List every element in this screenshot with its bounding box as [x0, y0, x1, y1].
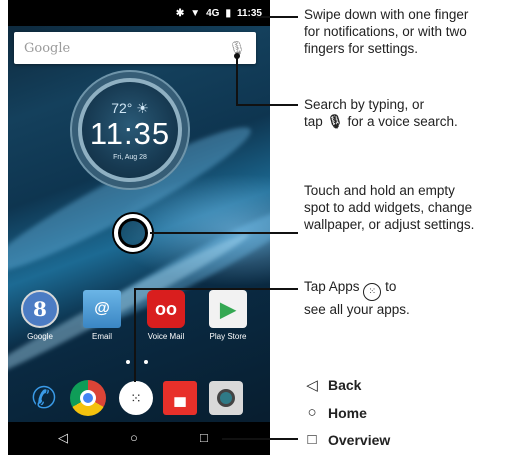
callout-line [236, 56, 238, 106]
app-google[interactable]: 8 Google [10, 290, 70, 341]
phone-icon: ✆ [31, 381, 57, 415]
touch-hold-indicator [114, 214, 152, 252]
app-label: Play Store [209, 332, 247, 341]
email-icon: @ [83, 290, 121, 328]
dock-messaging[interactable]: ▄ [160, 378, 200, 418]
callout-notifications: Swipe down with one finger for notificat… [304, 7, 469, 56]
home-button[interactable]: ○ [130, 430, 138, 445]
overview-button[interactable]: □ [200, 430, 208, 445]
callout-touch-hold: Touch and hold an empty spot to add widg… [304, 183, 475, 232]
temperature: 72° [111, 100, 133, 116]
wifi-icon: ▼ [190, 7, 201, 19]
dock-phone[interactable]: ✆ [24, 378, 64, 418]
legend-home: ○ Home [304, 404, 366, 421]
clock-widget[interactable]: 72° ☀ 11:35 Fri, Aug 28 [78, 78, 182, 182]
bluetooth-icon: ✱ [175, 7, 185, 19]
battery-icon: ▮ [225, 7, 231, 19]
home-icon: ○ [307, 404, 317, 421]
clock-time: 11:35 [89, 116, 171, 151]
page-indicator-dot [144, 360, 148, 364]
chrome-icon [70, 380, 106, 416]
app-voicemail[interactable]: oo Voice Mail [136, 290, 196, 341]
play-store-icon: ▶ [209, 290, 247, 328]
app-email[interactable]: @ Email [72, 290, 132, 341]
mic-icon: 🎙 [326, 114, 344, 129]
google-icon: 8 [21, 290, 59, 328]
signal-4g-icon: 4G [206, 7, 220, 19]
sun-icon: ☀ [136, 100, 149, 116]
phone-screen: ✱ ▼ 4G ▮ 11:35 Google 🎙 72° ☀ 11:35 Fri,… [8, 0, 270, 455]
app-label: Voice Mail [147, 332, 185, 341]
back-icon: ◁ [306, 377, 318, 394]
app-label: Email [91, 332, 112, 341]
dock-chrome[interactable] [68, 378, 108, 418]
voicemail-icon: oo [147, 290, 185, 328]
search-placeholder: Google [24, 40, 71, 56]
callout-line [256, 16, 298, 18]
app-label: Google [27, 332, 53, 341]
callout-line [236, 104, 298, 106]
apps-icon: ⁙ [119, 381, 153, 415]
callout-line [134, 288, 298, 290]
clock-date: Fri, Aug 28 [113, 154, 147, 161]
google-search-bar[interactable]: Google 🎙 [14, 32, 256, 64]
callout-apps: Tap Apps ⁙ to see all your apps. [304, 279, 410, 317]
callout-search: Search by typing, or tap 🎙 for a voice s… [304, 97, 458, 129]
legend-back: ◁ Back [304, 376, 361, 394]
status-bar[interactable]: ✱ ▼ 4G ▮ 11:35 [8, 0, 270, 26]
dock-apps-button[interactable]: ⁙ [116, 378, 156, 418]
app-play-store[interactable]: ▶ Play Store [198, 290, 258, 341]
legend-overview: □ Overview [304, 431, 390, 448]
back-button[interactable]: ◁ [58, 430, 68, 446]
callout-line [134, 288, 136, 382]
dock-camera[interactable] [206, 378, 246, 418]
page-indicator-dot [126, 360, 130, 364]
callout-line [150, 232, 298, 234]
camera-icon [209, 381, 243, 415]
apps-icon: ⁙ [363, 283, 382, 301]
overview-icon: □ [307, 431, 317, 448]
messaging-icon: ▄ [163, 381, 197, 415]
callout-line [222, 438, 298, 440]
